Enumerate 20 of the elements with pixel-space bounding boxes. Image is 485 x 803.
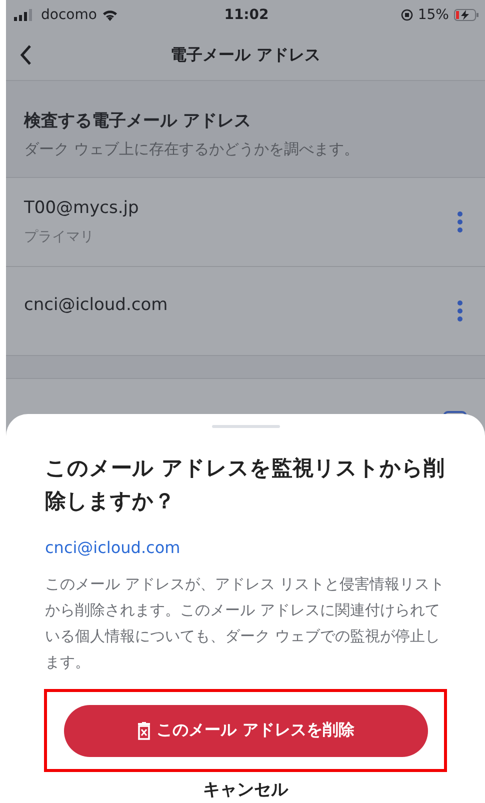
section-title: 検査する電子メール アドレス: [24, 110, 252, 132]
sheet-title: このメール アドレスを監視リストから削除しますか？: [45, 455, 446, 516]
delete-button[interactable]: このメール アドレスを削除: [64, 704, 428, 757]
sheet-message: このメール アドレスが、アドレス リストと侵害情報リストから削除されます。このメール アドレスに関連付けられている個人情報についても、ダーク ウェブでの監視が停止します。: [45, 574, 446, 674]
clock-time: 11:02: [224, 7, 269, 23]
trash-icon: [136, 722, 151, 740]
battery-percent: 15%: [418, 7, 449, 23]
cancel-button[interactable]: キャンセル: [197, 776, 294, 803]
carrier-name: docomo: [41, 7, 97, 23]
wifi-icon: [102, 9, 118, 21]
email-address: T00@mycs.jp: [24, 198, 139, 218]
email-label: プライマリ: [24, 228, 95, 246]
orientation-lock-icon: [400, 9, 413, 21]
page-title: 電子メール アドレス: [170, 44, 322, 66]
back-icon: [20, 44, 32, 66]
battery-charging-icon: [454, 9, 479, 21]
sheet-email: cnci@icloud.com: [45, 538, 182, 558]
drag-handle[interactable]: [212, 425, 280, 428]
section-subtitle: ダーク ウェブ上に存在するかどうかを調べます。: [24, 140, 360, 159]
email-address: cnci@icloud.com: [24, 295, 168, 315]
